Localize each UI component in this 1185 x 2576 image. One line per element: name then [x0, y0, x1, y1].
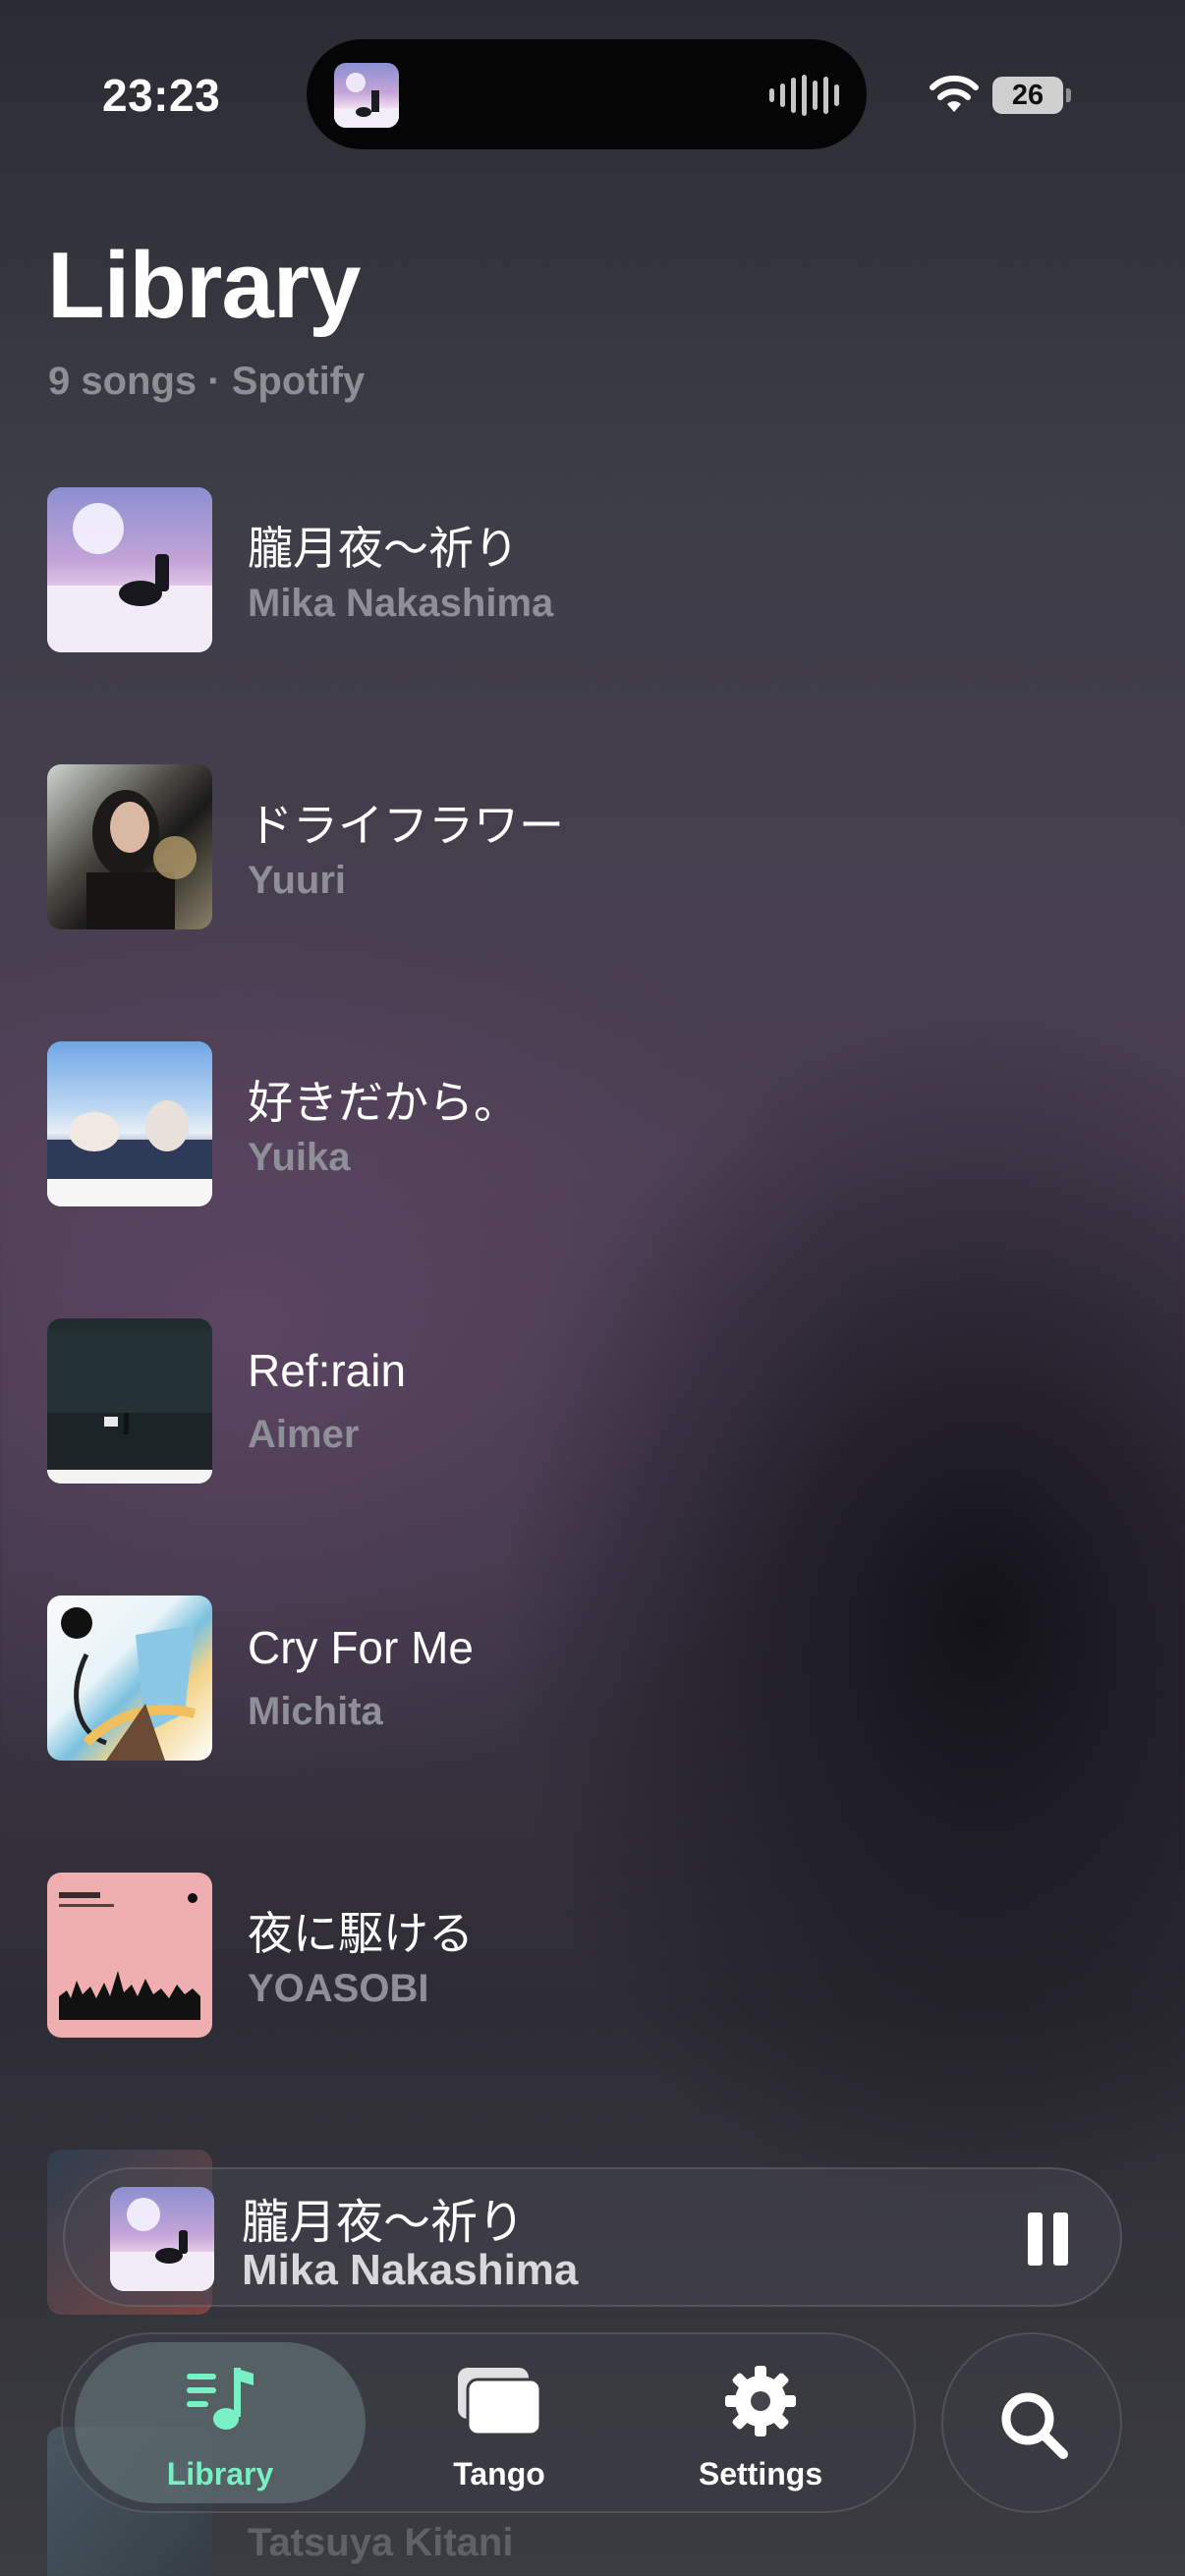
mini-player[interactable]: 朧月夜〜祈り Mika Nakashima: [63, 2167, 1122, 2307]
song-artist: Yuuri: [248, 859, 347, 902]
song-row[interactable]: Ref:rain Aimer: [47, 1318, 1138, 1484]
tab-label: Tango: [453, 2456, 545, 2492]
album-art: [47, 1596, 212, 1761]
song-artist: YOASOBI: [248, 1967, 429, 2010]
song-artist: Aimer: [248, 1413, 360, 1456]
tab-library[interactable]: Library: [75, 2342, 366, 2503]
song-row[interactable]: 好きだから。 Yuika: [47, 1041, 1138, 1206]
song-artist: Mika Nakashima: [248, 582, 554, 625]
page-title: Library: [47, 233, 361, 338]
tab-tango[interactable]: Tango: [401, 2342, 597, 2503]
song-row[interactable]: 夜に駆ける YOASOBI: [47, 1873, 1138, 2038]
battery-nub: [1066, 88, 1071, 102]
song-title: Ref:rain: [248, 1345, 407, 1396]
song-title: 好きだから。: [248, 1077, 519, 1128]
album-art: [47, 1873, 212, 2038]
now-playing-artist: Mika Nakashima: [242, 2246, 579, 2294]
album-art: [47, 1041, 212, 1206]
tab-label: Library: [166, 2456, 274, 2492]
status-time: 23:23: [102, 70, 221, 121]
tab-label: Settings: [698, 2456, 823, 2492]
album-art: [47, 764, 212, 929]
song-row[interactable]: Cry For Me Michita: [47, 1596, 1138, 1761]
search-button[interactable]: [941, 2332, 1122, 2513]
cards-stack-icon: [458, 2368, 542, 2436]
album-art: [47, 487, 212, 652]
pause-bar-right: [1053, 2212, 1068, 2266]
island-album-art: [334, 63, 399, 128]
song-artist: Tatsuya Kitani: [248, 2521, 514, 2564]
pause-bar-left: [1028, 2212, 1043, 2266]
now-playing-title: 朧月夜〜祈り: [242, 2197, 526, 2249]
tab-bar: Library Tango Settings: [61, 2332, 916, 2513]
audio-waveform-icon: [769, 75, 839, 116]
pause-button[interactable]: [1028, 2212, 1077, 2266]
song-title: 夜に駆ける: [248, 1908, 474, 1959]
dynamic-island[interactable]: [307, 39, 867, 149]
music-note-list-icon: [187, 2368, 254, 2430]
battery-indicator: 26: [992, 77, 1063, 114]
tab-settings[interactable]: Settings: [662, 2342, 859, 2503]
now-playing-album-art: [110, 2187, 214, 2291]
song-artist: Yuika: [248, 1136, 351, 1179]
album-art: [47, 1318, 212, 1484]
song-title: 朧月夜〜祈り: [248, 523, 519, 574]
song-row[interactable]: 朧月夜〜祈り Mika Nakashima: [47, 487, 1138, 652]
song-title: ドライフラワー: [248, 800, 564, 851]
wifi-icon: [930, 75, 979, 112]
song-title: Cry For Me: [248, 1622, 474, 1673]
page-subtitle: 9 songs · Spotify: [48, 360, 366, 403]
song-row[interactable]: ドライフラワー Yuuri: [47, 764, 1138, 929]
search-icon: [1001, 2392, 1068, 2459]
song-artist: Michita: [248, 1690, 383, 1733]
gear-icon: [725, 2366, 796, 2436]
